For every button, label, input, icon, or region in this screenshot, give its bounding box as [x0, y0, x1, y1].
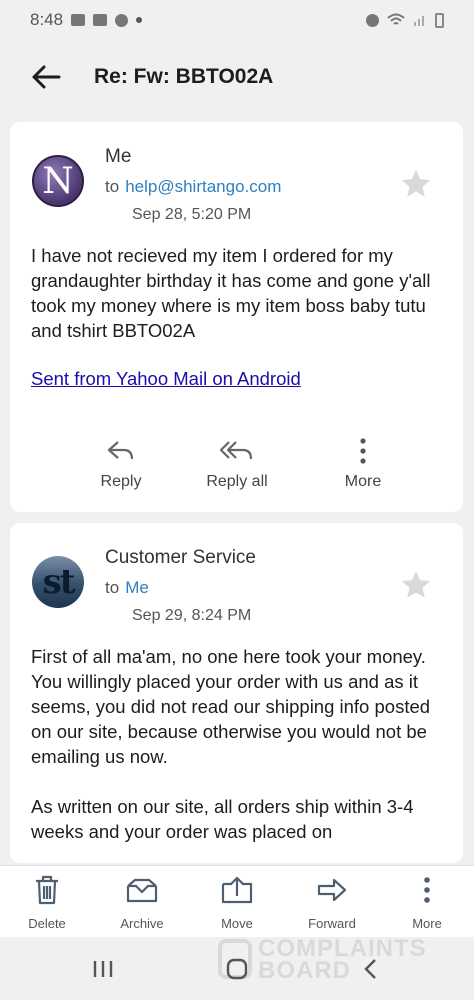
message-actions: Reply Reply all More: [10, 437, 463, 497]
to-label: to: [105, 578, 120, 597]
back-arrow-icon: [32, 65, 61, 89]
star-icon[interactable]: [399, 167, 433, 201]
home-button[interactable]: [217, 955, 257, 983]
to-label: to: [105, 177, 120, 196]
recipient-address[interactable]: help@shirtango.com: [125, 177, 281, 196]
back-nav-button[interactable]: [350, 955, 390, 983]
status-time: 8:48: [30, 10, 64, 29]
move-button[interactable]: Move: [197, 874, 277, 931]
reply-label: Reply: [100, 473, 142, 490]
page-title: Re: Fw: BBTO02A: [94, 65, 274, 88]
message-date: Sep 29, 8:24 PM: [132, 607, 252, 624]
recipient-address[interactable]: Me: [125, 578, 149, 597]
message-body: I have not recieved my item I ordered fo…: [31, 243, 447, 343]
bottom-toolbar: Delete Archive Move Forward More: [0, 865, 474, 937]
sender-name: Me: [105, 146, 132, 167]
message-paragraph: First of all ma'am, no one here took you…: [31, 646, 431, 767]
avatar-letter: N: [42, 160, 74, 202]
forward-label: Forward: [308, 916, 356, 931]
move-label: Move: [221, 916, 253, 931]
recipient-line: to Me: [105, 578, 149, 598]
status-right: [366, 12, 444, 28]
battery-icon: [435, 12, 444, 28]
avatar[interactable]: st: [32, 556, 84, 608]
message-body: First of all ma'am, no one here took you…: [31, 644, 447, 844]
delete-label: Delete: [28, 916, 66, 931]
back-chevron-icon: [364, 959, 376, 979]
back-button[interactable]: [16, 47, 76, 107]
recipient-line: to help@shirtango.com: [105, 177, 281, 197]
message-body-text: I have not recieved my item I ordered fo…: [31, 245, 431, 341]
app-notification-icon: [115, 13, 129, 27]
home-icon: [226, 958, 248, 980]
archive-label: Archive: [120, 916, 164, 931]
reply-all-icon: [219, 441, 253, 460]
status-left: 8:48: [30, 10, 143, 30]
forward-icon: [317, 878, 347, 902]
more-button[interactable]: More: [387, 874, 467, 931]
more-label: More: [412, 916, 442, 931]
recent-apps-button[interactable]: [83, 955, 123, 983]
forward-button[interactable]: Forward: [292, 874, 372, 931]
recent-apps-icon: [93, 961, 113, 977]
sender-name: Customer Service: [105, 547, 256, 568]
trash-icon: [36, 875, 58, 905]
move-icon: [221, 876, 253, 904]
app-bar: Re: Fw: BBTO02A: [0, 45, 474, 109]
signature-link[interactable]: Sent from Yahoo Mail on Android: [31, 368, 301, 390]
more-vertical-icon: [424, 877, 430, 903]
delete-button[interactable]: Delete: [7, 874, 87, 931]
reply-icon: [107, 441, 134, 460]
reply-all-button[interactable]: Reply all: [192, 437, 282, 491]
archive-icon: [126, 878, 158, 903]
watermark-line2: BOARD: [258, 957, 351, 984]
star-icon[interactable]: [399, 568, 433, 602]
message-card: N Me to help@shirtango.com Sep 28, 5:20 P…: [10, 122, 463, 512]
wifi-icon: [387, 13, 405, 25]
message-card: st Customer Service to Me Sep 29, 8:24 PM…: [10, 523, 463, 863]
avatar-letter: st: [42, 562, 76, 602]
reply-all-label: Reply all: [206, 473, 268, 490]
signal-icon: [414, 16, 424, 26]
reply-button[interactable]: Reply: [76, 437, 166, 491]
message-date: Sep 28, 5:20 PM: [132, 206, 252, 223]
alarm-icon: [366, 13, 379, 27]
more-label: More: [344, 473, 382, 490]
more-button[interactable]: More: [318, 437, 408, 491]
mail-notification-icon: [93, 14, 108, 26]
message-paragraph: As written on our site, all orders ship …: [31, 796, 414, 842]
system-nav-bar: COMPLAINTS BOARD: [0, 935, 474, 1000]
gallery-notification-icon: [71, 14, 86, 26]
more-vertical-icon: [360, 438, 366, 464]
avatar[interactable]: N: [32, 155, 84, 207]
more-notifications-icon: [136, 17, 143, 23]
archive-button[interactable]: Archive: [102, 874, 182, 931]
status-bar: 8:48: [0, 0, 474, 40]
